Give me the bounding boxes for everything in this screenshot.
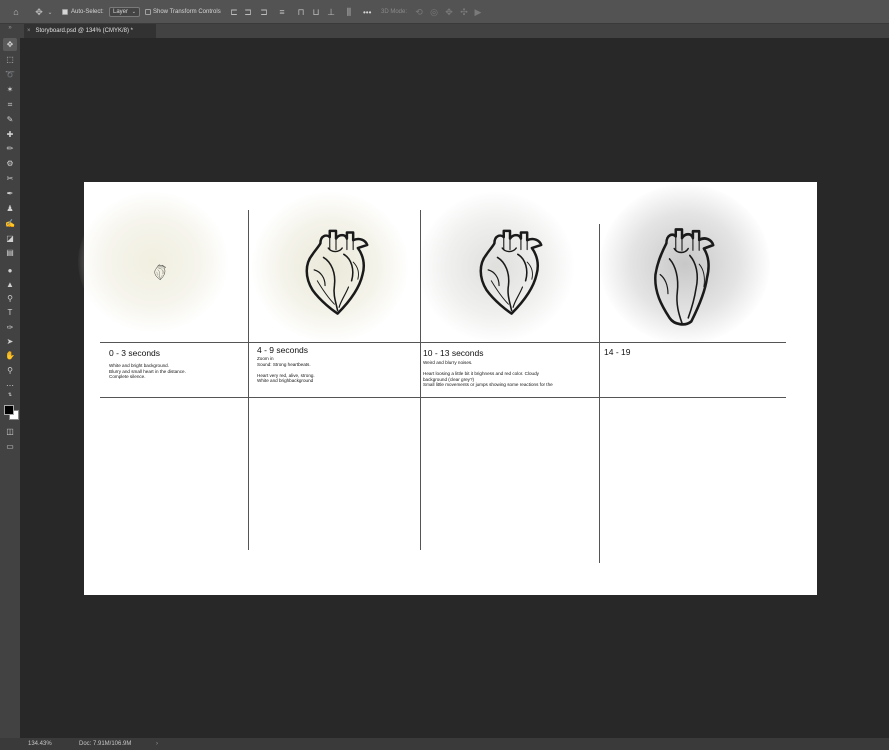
3d-roll-icon[interactable]: ◎: [429, 0, 439, 24]
document-tab-bar: × Storyboard.psd @ 134% (CMYK/8) *: [0, 24, 889, 38]
collapse-panel-icon[interactable]: »: [3, 24, 17, 32]
lasso-tool-icon[interactable]: ➰: [3, 68, 17, 81]
3d-pan-icon[interactable]: ✥: [444, 0, 454, 24]
chevron-down-icon: ⌄: [131, 9, 136, 15]
more-options-button[interactable]: •••: [363, 0, 371, 24]
align-right-icon[interactable]: ⊐: [259, 0, 269, 24]
3d-scale-icon[interactable]: ▶: [473, 0, 483, 24]
heart-drawing-4: [653, 228, 715, 326]
distribute-vertical-icon[interactable]: ⫼: [344, 0, 354, 24]
quick-mask-icon[interactable]: ◫: [3, 425, 17, 438]
align-vertical-center-icon[interactable]: ⊔: [311, 0, 321, 24]
document-canvas[interactable]: 0 - 3 seconds White and bright backgroun…: [78, 182, 817, 595]
zoom-level[interactable]: 134.43%: [28, 738, 52, 750]
magic-wand-tool-icon[interactable]: ✶: [3, 83, 17, 96]
panel-1-background-glow: [78, 192, 228, 332]
column-divider-1: [248, 210, 249, 550]
gradient-tool-icon[interactable]: ▤: [3, 246, 17, 259]
heart-small-drawing: [154, 264, 166, 281]
column-divider-2: [420, 210, 421, 550]
pen-tool-icon[interactable]: ✑: [3, 321, 17, 334]
show-transform-controls-checkbox[interactable]: [145, 9, 151, 15]
heart-drawing-2: [305, 229, 369, 315]
auto-select-target-dropdown[interactable]: Layer ⌄: [109, 7, 140, 17]
3d-slide-icon[interactable]: ✣: [459, 0, 469, 24]
spot-healing-tool-icon[interactable]: ✚: [3, 128, 17, 141]
status-bar: 134.43% Doc: 7.91M/106.9M ›: [0, 738, 889, 750]
foreground-color-swatch-top[interactable]: [4, 405, 14, 415]
align-horizontal-center-icon[interactable]: ⊐: [243, 0, 253, 24]
frame-2-heading: 4 - 9 seconds: [257, 345, 309, 355]
heart-illustration-frame-2: [297, 226, 375, 320]
document-size: Doc: 7.91M/106.9M: [79, 741, 132, 747]
align-top-icon[interactable]: ⊓: [296, 0, 306, 24]
auto-select-label: Auto-Select:: [71, 9, 104, 15]
document-title: Storyboard.psd @ 134% (CMYK/8) *: [35, 28, 133, 34]
frame-4-heading: 14 - 19: [604, 347, 631, 357]
screen-mode-icon[interactable]: ▭: [3, 440, 17, 453]
stamp-tool-icon[interactable]: ♟: [3, 202, 17, 215]
document-tab[interactable]: × Storyboard.psd @ 134% (CMYK/8) *: [24, 24, 156, 38]
brush-tool-icon[interactable]: ✏: [3, 142, 17, 155]
clone-stamp-tool-icon[interactable]: ⚙: [3, 157, 17, 170]
swap-colors-icon[interactable]: ⇅: [3, 391, 17, 398]
column-divider-3: [599, 224, 600, 563]
dodge-tool-icon[interactable]: ⚲: [3, 292, 17, 305]
align-left-icon[interactable]: ⊏: [229, 0, 239, 24]
row-divider-bottom: [100, 397, 786, 398]
blur-tool-icon[interactable]: ●: [3, 264, 17, 277]
path-selection-tool-icon[interactable]: ➤: [3, 335, 17, 348]
status-menu-arrow-icon[interactable]: ›: [156, 738, 158, 750]
show-transform-controls-label: Show Transform Controls: [153, 9, 221, 15]
auto-select-checkbox[interactable]: [62, 9, 68, 15]
frame-2-notes: Zoom in Sound: Strong heartbeats. Heart …: [257, 356, 315, 383]
heart-illustration-frame-4: [643, 226, 721, 330]
frame-3-heading: 10 - 13 seconds: [423, 348, 484, 358]
history-brush-tool-icon[interactable]: ✂: [3, 172, 17, 185]
zoom-tool-icon[interactable]: ⚲: [3, 364, 17, 377]
heart-drawing-3: [479, 229, 543, 315]
marquee-tool-icon[interactable]: ⬚: [3, 53, 17, 66]
close-tab-icon[interactable]: ×: [27, 28, 31, 34]
tool-preset-chevron-icon[interactable]: ⌄: [46, 0, 54, 24]
distribute-icon[interactable]: ≡: [277, 0, 287, 24]
options-bar: ⌂ ✥ ⌄ Auto-Select: Layer ⌄ Show Transform…: [0, 0, 889, 24]
frame-3-notes: Weird and blurry noises. Heart loosing a…: [423, 360, 553, 387]
eyedropper-tool-icon[interactable]: ✎: [3, 113, 17, 126]
auto-select-target-value: Layer: [113, 9, 129, 15]
crop-tool-icon[interactable]: ⌗: [3, 98, 17, 111]
3d-orbit-icon[interactable]: ⟲: [414, 0, 424, 24]
move-tool-icon[interactable]: ✥: [3, 38, 17, 51]
home-icon[interactable]: ⌂: [9, 0, 23, 24]
3d-mode-label: 3D Mode:: [381, 9, 408, 15]
frame-1-notes: White and bright background. Blurry and …: [109, 363, 186, 379]
align-bottom-icon[interactable]: ⊥: [326, 0, 336, 24]
sharpen-tool-icon[interactable]: ▲: [3, 278, 17, 291]
tools-panel: » ✥ ⬚ ➰ ✶ ⌗ ✎ ✚ ✏ ⚙ ✂ ✒ ♟ ✍ ◪ ▤ ● ▲ ⚲ T …: [0, 24, 20, 738]
move-tool-icon[interactable]: ✥: [33, 0, 45, 24]
heart-illustration-frame-3: [471, 226, 549, 320]
mixer-brush-tool-icon[interactable]: ✒: [3, 187, 17, 200]
frame-1-heading: 0 - 3 seconds: [109, 348, 161, 358]
heart-illustration-small: [153, 264, 167, 281]
type-tool-icon[interactable]: T: [3, 306, 17, 319]
hand-tool-icon[interactable]: ✋: [3, 349, 17, 362]
row-divider-top: [100, 342, 786, 343]
art-history-brush-icon[interactable]: ✍: [3, 217, 17, 230]
eraser-tool-icon[interactable]: ◪: [3, 232, 17, 245]
